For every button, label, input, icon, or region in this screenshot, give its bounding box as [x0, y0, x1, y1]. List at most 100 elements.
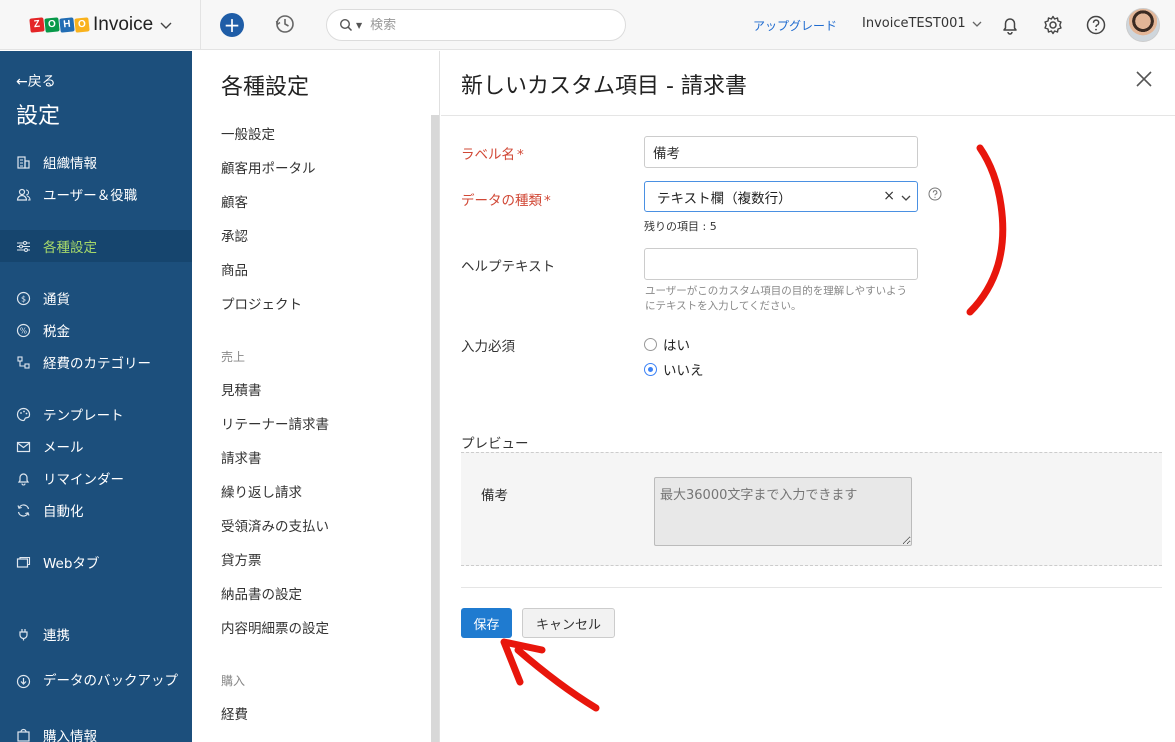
settings-item[interactable]: 顧客	[221, 191, 248, 211]
gear-icon[interactable]	[1042, 14, 1064, 36]
logo-letter: O	[44, 17, 60, 33]
settings-item[interactable]: 受領済みの支払い	[221, 515, 329, 535]
percent-icon: %	[16, 323, 31, 337]
nav-item-reminders[interactable]: リマインダー	[0, 462, 192, 494]
settings-item[interactable]: 繰り返し請求	[221, 481, 302, 501]
radio-label: はい	[663, 338, 690, 354]
help-icon[interactable]	[928, 187, 942, 201]
clear-icon[interactable]: ×	[883, 188, 895, 204]
nav-item-label: ユーザー＆役職	[43, 188, 138, 204]
nav-item-email[interactable]: メール	[0, 430, 192, 462]
nav-item-preferences[interactable]: 各種設定	[0, 230, 192, 262]
settings-item[interactable]: 内容明細票の設定	[221, 617, 329, 637]
nav-item-label: リマインダー	[43, 472, 124, 488]
nav-item-label: データのバックアップ	[43, 673, 178, 689]
settings-item[interactable]: リテーナー請求書	[221, 413, 329, 433]
nav-item-automation[interactable]: 自動化	[0, 494, 192, 526]
required-no-radio[interactable]: いいえ	[644, 359, 704, 379]
nav-item-label: 通貨	[43, 292, 70, 308]
nav-item-taxes[interactable]: % 税金	[0, 314, 192, 346]
help-text-input[interactable]	[644, 248, 918, 280]
settings-item[interactable]: 納品書の設定	[221, 583, 302, 603]
search-bar[interactable]: ▼	[326, 9, 626, 41]
preview-textarea[interactable]	[654, 477, 912, 546]
users-icon	[16, 188, 31, 201]
svg-text:$: $	[21, 294, 26, 303]
search-input[interactable]	[370, 17, 591, 33]
remaining-count: 残りの項目 : 5	[644, 220, 717, 233]
chevron-down-icon	[972, 21, 982, 27]
data-type-select[interactable]: テキスト欄（複数行） ×	[644, 181, 918, 212]
org-switcher[interactable]: InvoiceTEST001	[862, 16, 982, 31]
category-icon	[17, 355, 30, 369]
label-name-input[interactable]	[644, 136, 918, 168]
settings-item[interactable]: 商品	[221, 259, 248, 279]
nav-item-purchase-info[interactable]: 購入情報	[0, 722, 192, 742]
required-label: 入力必須	[461, 339, 515, 355]
nav-title: 設定	[16, 104, 61, 129]
settings-item[interactable]: 承認	[221, 225, 248, 245]
settings-list: 各種設定 一般設定 顧客用ポータル 顧客 承認 商品 プロジェクト 売上 見積書…	[192, 51, 440, 742]
settings-group-sales: 売上	[221, 350, 246, 364]
divider	[441, 115, 1175, 116]
chevron-down-icon[interactable]	[901, 193, 911, 203]
nav-item-users-roles[interactable]: ユーザー＆役職	[0, 178, 192, 210]
annotation-arrow-mark	[500, 638, 600, 712]
nav-item-expense-categories[interactable]: 経費のカテゴリー	[0, 346, 192, 378]
backup-icon	[16, 674, 31, 689]
back-link[interactable]: ←戻る	[16, 71, 56, 91]
settings-scrollbar[interactable]	[431, 115, 439, 742]
nav-item-web-tabs[interactable]: Webタブ	[0, 546, 192, 578]
nav-item-label: メール	[43, 440, 84, 456]
app-name: Invoice	[93, 14, 154, 35]
nav-item-templates[interactable]: テンプレート	[0, 398, 192, 430]
upgrade-link[interactable]: アップグレード	[753, 17, 837, 34]
help-icon[interactable]	[1085, 14, 1107, 36]
settings-item[interactable]: 一般設定	[221, 123, 275, 143]
data-type-value: テキスト欄（複数行）	[657, 190, 792, 207]
nav-item-organization[interactable]: 組織情報	[0, 146, 192, 178]
org-name: InvoiceTEST001	[862, 16, 966, 31]
close-icon[interactable]	[1135, 70, 1153, 88]
preview-field-label: 備考	[481, 488, 508, 504]
user-avatar[interactable]	[1126, 8, 1160, 42]
settings-item[interactable]: 顧客用ポータル	[221, 157, 316, 177]
divider	[461, 587, 1162, 588]
settings-item[interactable]: 見積書	[221, 379, 262, 399]
settings-item[interactable]: プロジェクト	[221, 293, 302, 313]
save-button[interactable]: 保存	[461, 608, 512, 638]
webtab-icon	[16, 556, 31, 568]
radio-button[interactable]	[644, 337, 657, 351]
nav-item-label: 経費のカテゴリー	[43, 356, 151, 372]
nav-item-label: 税金	[43, 324, 70, 340]
settings-heading: 各種設定	[221, 75, 310, 100]
palette-icon	[16, 407, 31, 421]
search-filter-caret[interactable]: ▼	[356, 21, 362, 30]
label-name-label: ラベル名 *	[461, 147, 524, 163]
nav-item-data-backup[interactable]: データのバックアップ	[0, 670, 192, 714]
annotation-bracket-mark	[966, 144, 1007, 316]
form-title: 新しいカスタム項目 - 請求書	[461, 74, 747, 99]
radio-button-selected[interactable]	[644, 362, 657, 376]
bell-icon[interactable]	[999, 14, 1021, 36]
zoho-logo: Z O H O	[29, 17, 90, 33]
left-nav: ←戻る 設定 組織情報 ユーザー＆役職 各種設定 $ 通貨 % 税金 経費のカテ…	[0, 51, 192, 742]
purchase-icon	[17, 728, 30, 742]
nav-item-currency[interactable]: $ 通貨	[0, 282, 192, 314]
help-text-hint: ユーザーがこのカスタム項目の目的を理解しやすいようにテキストを入力してください。	[645, 285, 907, 312]
settings-item[interactable]: 経費	[221, 703, 248, 723]
top-bar: Z O H O Invoice + ▼ アップグレード InvoiceTEST0…	[0, 0, 1175, 50]
nav-item-label: 各種設定	[43, 240, 97, 256]
currency-icon: $	[16, 291, 31, 305]
settings-item-invoices[interactable]: 請求書	[221, 447, 262, 467]
required-yes-radio[interactable]: はい	[644, 334, 690, 354]
settings-group-purchases: 購入	[221, 674, 246, 688]
radio-label: いいえ	[663, 363, 704, 379]
quick-create-button[interactable]: +	[220, 13, 244, 37]
history-icon[interactable]	[274, 13, 296, 35]
app-switcher[interactable]: Z O H O Invoice	[0, 0, 201, 50]
settings-item[interactable]: 貸方票	[221, 549, 262, 569]
building-icon	[17, 155, 30, 169]
nav-item-integrations[interactable]: 連携	[0, 618, 192, 650]
cancel-button[interactable]: キャンセル	[522, 608, 615, 638]
